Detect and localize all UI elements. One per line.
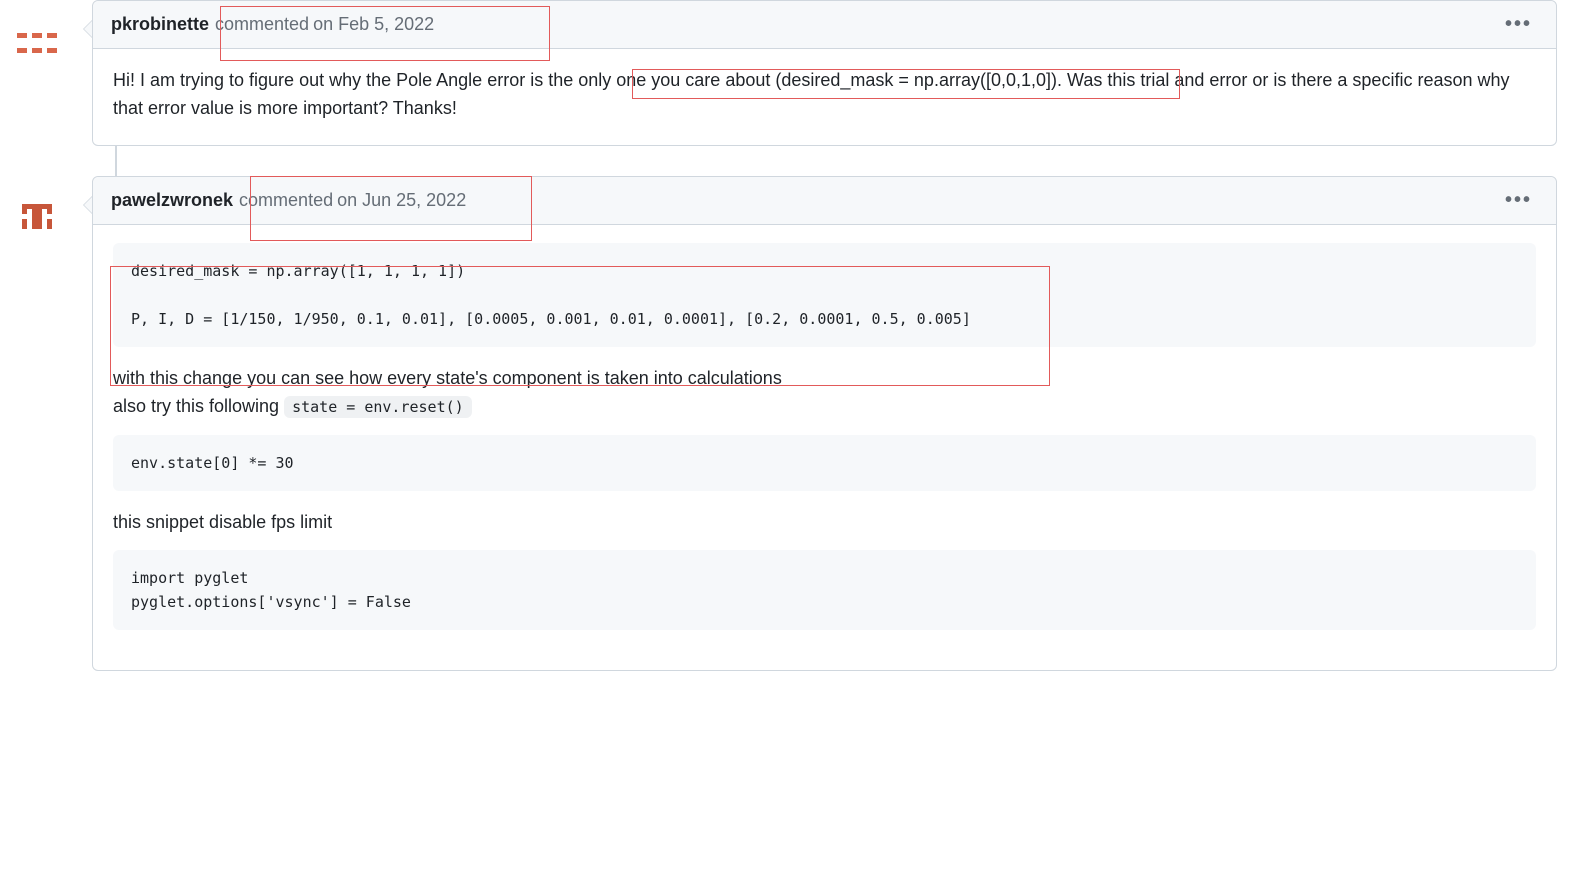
- text-line: with this change you can see how every s…: [113, 368, 782, 388]
- comment-body: Hi! I am trying to figure out why the Po…: [93, 49, 1556, 145]
- kebab-icon[interactable]: •••: [1499, 189, 1538, 212]
- avatar[interactable]: [12, 194, 62, 244]
- code-block: env.state[0] *= 30: [113, 435, 1536, 491]
- comment-box: pkrobinette commented on Feb 5, 2022 •••…: [92, 0, 1557, 146]
- comment-arrow: [83, 20, 92, 38]
- comment-header: pawelzwronek commented on Jun 25, 2022 •…: [93, 177, 1556, 225]
- commented-label: commented: [239, 190, 333, 211]
- comment-author[interactable]: pkrobinette: [111, 14, 209, 35]
- comment-text: this snippet disable fps limit: [113, 509, 1536, 537]
- kebab-icon[interactable]: •••: [1499, 13, 1538, 36]
- comment-text: Hi! I am trying to figure out why the Po…: [113, 67, 1536, 123]
- comment-text: with this change you can see how every s…: [113, 365, 1536, 421]
- comment-item: pkrobinette commented on Feb 5, 2022 •••…: [0, 0, 1577, 146]
- comment-timestamp[interactable]: on Jun 25, 2022: [337, 190, 466, 211]
- avatar[interactable]: [12, 18, 62, 68]
- text-line: also try this following: [113, 396, 284, 416]
- comment-box: pawelzwronek commented on Jun 25, 2022 •…: [92, 176, 1557, 672]
- comment-author[interactable]: pawelzwronek: [111, 190, 233, 211]
- comment-timestamp[interactable]: on Feb 5, 2022: [313, 14, 434, 35]
- comment-body: desired_mask = np.array([1, 1, 1, 1]) P,…: [93, 225, 1556, 671]
- comment-arrow: [83, 196, 92, 214]
- code-block: import pyglet pyglet.options['vsync'] = …: [113, 550, 1536, 630]
- inline-code: state = env.reset(): [284, 396, 472, 418]
- commented-label: commented: [215, 14, 309, 35]
- comment-header: pkrobinette commented on Feb 5, 2022 •••: [93, 1, 1556, 49]
- comment-item: pawelzwronek commented on Jun 25, 2022 •…: [0, 176, 1577, 672]
- code-block: desired_mask = np.array([1, 1, 1, 1]) P,…: [113, 243, 1536, 347]
